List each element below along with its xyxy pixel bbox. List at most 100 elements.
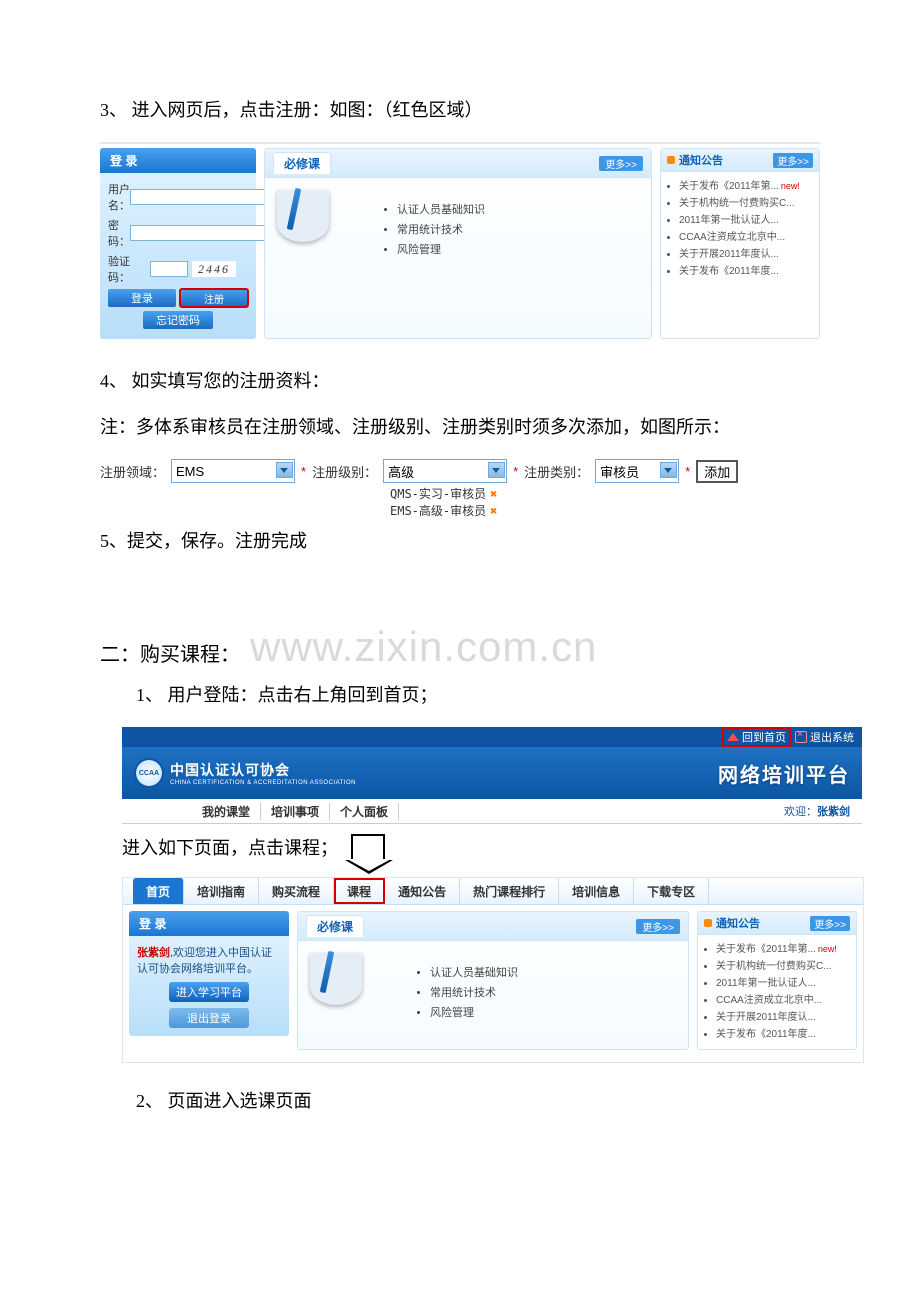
username-label: 用户名： — [108, 181, 130, 213]
username-input[interactable] — [130, 189, 278, 205]
section-2-title: 二：购买课程： — [100, 638, 240, 667]
notice-item[interactable]: 关于发布《2011年第...new! — [716, 939, 848, 956]
notice-item[interactable]: 关于开展2011年度认... — [679, 244, 811, 261]
added-item-1: QMS-实习-审核员✖ — [100, 485, 820, 502]
notice-item[interactable]: 关于机构统一付费购买C... — [679, 193, 811, 210]
reg-level-label: 注册级别： — [312, 462, 377, 481]
required-course-tab[interactable]: 必修课 — [273, 152, 331, 174]
course-item[interactable]: 常用统计技术 — [397, 219, 641, 239]
nav-tabs: 首页 培训指南 购买流程 课程 通知公告 热门课程排行 培训信息 下载专区 — [123, 878, 863, 905]
notice-more-link[interactable]: 更多>> — [773, 153, 813, 168]
notice-item[interactable]: 关于开展2011年度认... — [716, 1007, 848, 1024]
enter-platform-button[interactable]: 进入学习平台 — [169, 982, 249, 1002]
org-name-cn: 中国认证认可协会 — [170, 760, 356, 780]
notice-item[interactable]: CCAA注资成立北京中... — [679, 227, 811, 244]
delete-icon[interactable]: ✖ — [486, 487, 497, 501]
screenshot-nav-panels: 首页 培训指南 购买流程 课程 通知公告 热门课程排行 培训信息 下载专区 登 … — [122, 877, 864, 1063]
arrow-down-icon — [351, 834, 385, 865]
watermark-text: www.zixin.com.cn — [250, 623, 597, 671]
course-more-link-2[interactable]: 更多>> — [636, 919, 680, 934]
step-2-1-text: 1、 用户登陆：点击右上角回到首页； — [100, 681, 820, 707]
required-mark: * — [685, 464, 690, 479]
exit-link[interactable]: 退出系统 — [795, 729, 854, 745]
tab-notice[interactable]: 通知公告 — [385, 878, 460, 904]
reg-category-select[interactable] — [595, 459, 679, 483]
captcha-input[interactable] — [150, 261, 188, 277]
course-item[interactable]: 认证人员基础知识 — [397, 199, 641, 219]
notice-item[interactable]: 2011年第一批认证人... — [716, 973, 848, 990]
reg-level-select[interactable] — [383, 459, 507, 483]
notice-list: 关于发布《2011年第...new! 关于机构统一付费购买C... 2011年第… — [661, 172, 819, 282]
notice-more-link-2[interactable]: 更多>> — [810, 916, 850, 931]
tab-home[interactable]: 首页 — [133, 878, 184, 904]
platform-title: 网络培训平台 — [718, 759, 850, 788]
step-2-1b-text: 进入如下页面，点击课程； — [122, 834, 820, 865]
exit-icon — [795, 731, 807, 743]
screenshot-banner: 回到首页 退出系统 CCAA 中国认证认可协会 CHINA CERTIFICAT… — [122, 727, 862, 824]
welcome-text: 欢迎：张紫剑 — [784, 803, 850, 819]
step-4-text: 4、 如实填写您的注册资料： — [100, 367, 820, 393]
registration-row: 注册领域： * 注册级别： * 注册类别： * 添加 — [100, 459, 820, 483]
password-input[interactable] — [130, 225, 278, 241]
notice-item[interactable]: 关于机构统一付费购买C... — [716, 956, 848, 973]
notice-title-2: 通知公告 — [716, 915, 760, 931]
logout-button[interactable]: 退出登录 — [169, 1008, 249, 1028]
required-mark: * — [301, 464, 306, 479]
menu-personal[interactable]: 个人面板 — [330, 803, 399, 820]
reg-category-label: 注册类别： — [524, 462, 589, 481]
captcha-label: 验证码： — [108, 253, 146, 285]
notice-item[interactable]: 2011年第一批认证人... — [679, 210, 811, 227]
home-link[interactable]: 回到首页 — [724, 729, 789, 745]
login-panel: 登 录 用户名： 密 码： 验证码： 2446 登录 注册 — [100, 148, 256, 339]
required-mark: * — [513, 464, 518, 479]
course-item[interactable]: 常用统计技术 — [430, 982, 678, 1002]
delete-icon[interactable]: ✖ — [486, 504, 497, 518]
tab-download[interactable]: 下载专区 — [634, 878, 709, 904]
course-more-link[interactable]: 更多>> — [599, 156, 643, 171]
required-course-tab-2[interactable]: 必修课 — [306, 915, 364, 937]
notice-panel: 通知公告 更多>> 关于发布《2011年第...new! 关于机构统一付费购买C… — [660, 148, 820, 339]
notice-item[interactable]: 关于发布《2011年度... — [679, 261, 811, 278]
required-course-panel: 必修课 更多>> 认证人员基础知识 常用统计技术 风险管理 — [264, 148, 652, 339]
loggedin-message: 张紫剑,欢迎您进入中国认证认可协会网络培训平台。 — [137, 944, 281, 976]
menu-my-class[interactable]: 我的课堂 — [192, 803, 261, 820]
reg-field-label: 注册领域： — [100, 462, 165, 481]
home-icon — [727, 733, 739, 741]
notice-item[interactable]: CCAA注资成立北京中... — [716, 990, 848, 1007]
step-2-2-text: 2、 页面进入选课页面 — [100, 1087, 820, 1113]
course-item[interactable]: 认证人员基础知识 — [430, 962, 678, 982]
notice-icon — [667, 156, 675, 164]
reg-field-select[interactable] — [171, 459, 295, 483]
course-item[interactable]: 风险管理 — [397, 239, 641, 259]
tab-course[interactable]: 课程 — [334, 878, 385, 904]
org-name-en: CHINA CERTIFICATION & ACCREDITATION ASSO… — [170, 780, 356, 786]
tab-guide[interactable]: 培训指南 — [184, 878, 259, 904]
added-item-2: EMS-高级-审核员✖ — [100, 502, 820, 519]
password-label: 密 码： — [108, 217, 130, 249]
login-panel-title: 登 录 — [100, 148, 256, 173]
notice-item[interactable]: 关于发布《2011年第...new! — [679, 176, 811, 193]
notice-item[interactable]: 关于发布《2011年度... — [716, 1024, 848, 1041]
tab-purchase[interactable]: 购买流程 — [259, 878, 334, 904]
course-item[interactable]: 风险管理 — [430, 1002, 678, 1022]
tab-info[interactable]: 培训信息 — [559, 878, 634, 904]
menu-training[interactable]: 培训事项 — [261, 803, 330, 820]
step-3-text: 3、 进入网页后，点击注册：如图：（红色区域） — [100, 96, 820, 122]
book-icon — [308, 951, 364, 1007]
notice-title: 通知公告 — [679, 152, 723, 168]
loggedin-panel: 登 录 张紫剑,欢迎您进入中国认证认可协会网络培训平台。 进入学习平台 退出登录 — [129, 911, 289, 1050]
notice-icon — [704, 919, 712, 927]
login-button[interactable]: 登录 — [108, 289, 176, 307]
add-button[interactable]: 添加 — [696, 460, 738, 483]
screenshot-login-register: 登 录 用户名： 密 码： 验证码： 2446 登录 注册 — [100, 142, 820, 339]
required-course-panel-2: 必修课 更多>> 认证人员基础知识 常用统计技术 风险管理 — [297, 911, 689, 1050]
step-5-text: 5、提交，保存。注册完成 — [100, 527, 820, 553]
book-icon — [275, 188, 331, 244]
notice-panel-2: 通知公告 更多>> 关于发布《2011年第...new! 关于机构统一付费购买C… — [697, 911, 857, 1050]
ccaa-logo: CCAA — [134, 758, 164, 788]
register-button[interactable]: 注册 — [180, 289, 248, 307]
forgot-password-button[interactable]: 忘记密码 — [143, 311, 213, 329]
tab-hot[interactable]: 热门课程排行 — [460, 878, 559, 904]
captcha-image: 2446 — [192, 261, 236, 277]
loggedin-panel-title: 登 录 — [129, 911, 289, 936]
